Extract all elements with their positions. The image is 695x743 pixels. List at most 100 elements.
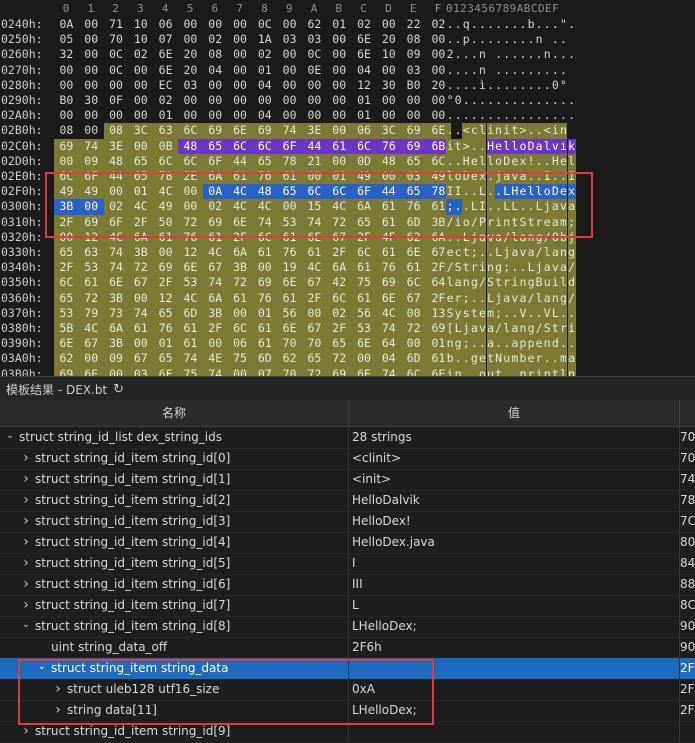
hex-byte[interactable]: 6C — [227, 138, 253, 154]
chevron-down-icon[interactable]: ⌄ — [36, 658, 48, 677]
ascii-char[interactable]: / — [470, 214, 479, 230]
hex-byte[interactable]: 00 — [78, 351, 104, 367]
ascii-char[interactable]: r — [559, 321, 568, 337]
ascii-char[interactable]: N — [494, 351, 503, 367]
hex-byte[interactable]: 76 — [153, 321, 178, 337]
hex-byte[interactable]: 2F — [202, 321, 228, 337]
hex-byte[interactable]: 4E — [202, 351, 228, 367]
ascii-char[interactable]: c — [454, 245, 463, 261]
ascii-char[interactable]: n — [478, 63, 486, 78]
ascii-char[interactable]: . — [535, 123, 544, 139]
ascii-char[interactable]: t — [454, 138, 463, 154]
ascii-char[interactable]: p — [462, 32, 470, 47]
ascii-char[interactable]: H — [551, 153, 560, 169]
hex-byte[interactable]: 44 — [103, 169, 129, 185]
ascii-char[interactable]: a — [551, 199, 560, 215]
hex-byte[interactable]: 49 — [153, 199, 178, 215]
ascii-char[interactable]: L — [470, 199, 479, 215]
tree-row[interactable]: › struct uleb128 utf16_size 0xA 2F — [0, 679, 695, 701]
ascii-char[interactable]: . — [470, 138, 479, 154]
ascii-char[interactable]: t — [486, 351, 495, 367]
ascii-char[interactable]: . — [462, 108, 470, 123]
ascii-char[interactable]: . — [519, 47, 527, 62]
hex-byte[interactable]: 61 — [401, 260, 426, 276]
hex-byte[interactable]: 67 — [302, 321, 327, 337]
ascii-char[interactable]: ° — [559, 78, 567, 93]
hex-byte[interactable]: 00 — [227, 305, 253, 321]
ascii-char[interactable]: a — [518, 229, 527, 245]
hex-byte[interactable]: 00 — [401, 93, 426, 108]
hex-byte[interactable]: 15 — [302, 199, 327, 215]
ascii-char[interactable]: . — [494, 199, 503, 215]
hex-byte[interactable]: 6A — [103, 321, 129, 337]
ascii-char[interactable]: . — [527, 63, 535, 78]
ascii-char[interactable]: . — [518, 260, 527, 276]
hex-byte[interactable]: 6F — [277, 138, 302, 154]
hex-byte[interactable]: 30 — [79, 93, 104, 108]
ascii-char[interactable]: i — [551, 275, 560, 291]
hex-byte[interactable]: 48 — [252, 184, 278, 200]
hex-byte[interactable]: 00 — [178, 17, 203, 32]
hex-byte[interactable]: 61 — [326, 138, 352, 154]
hex-row[interactable]: 0330h: 65 63 74 3B 00 12 4C 6A 61 76 61 2F 6C 61 6E 67 e c… — [0, 245, 695, 261]
hex-byte[interactable]: 4F — [376, 229, 402, 245]
ascii-char[interactable]: a — [527, 245, 536, 261]
hex-byte[interactable]: 6E — [351, 366, 377, 376]
ascii-char[interactable]: e — [494, 138, 503, 154]
ascii-char[interactable]: i — [559, 138, 568, 154]
ascii-char[interactable]: . — [470, 290, 479, 306]
hex-byte[interactable]: 01 — [153, 336, 178, 352]
ascii-char[interactable]: g — [527, 275, 536, 291]
hex-byte[interactable]: 72 — [401, 321, 426, 337]
hex-byte[interactable]: 61 — [227, 169, 253, 185]
hex-byte[interactable]: 00 — [228, 47, 253, 62]
ascii-char[interactable]: . — [487, 17, 495, 32]
chevron-right-icon[interactable]: › — [20, 511, 32, 532]
ascii-char[interactable]: . — [486, 245, 495, 261]
ascii-char[interactable]: t — [470, 305, 479, 321]
ascii-char[interactable]: y — [454, 305, 463, 321]
ascii-char[interactable]: . — [462, 184, 471, 200]
ascii-char[interactable]: I — [543, 169, 552, 185]
hex-byte[interactable]: 67 — [302, 275, 327, 291]
tree-row[interactable]: › struct string_id_item string_id[6] III 88 — [0, 574, 695, 596]
hex-row[interactable]: 02C0h: 69 74 3E 00 0B 48 65 6C 6C 6F 44 61 6C 76 69 6B i t… — [0, 138, 695, 154]
hex-byte[interactable]: 61 — [302, 245, 327, 261]
hex-byte[interactable]: 75 — [351, 275, 377, 291]
hex-byte[interactable]: 3B — [202, 305, 228, 321]
hex-byte[interactable]: 69 — [153, 260, 178, 276]
ascii-char[interactable]: o — [494, 153, 503, 169]
ascii-char[interactable]: b — [518, 351, 527, 367]
hex-byte[interactable]: 61 — [178, 336, 203, 352]
hex-byte[interactable]: 10 — [128, 17, 153, 32]
hex-row[interactable]: 0390h: 6E 67 3B 00 01 61 00 06 61 70 70 65 6E 64 00 01 n g… — [0, 336, 695, 352]
hex-byte[interactable]: 76 — [252, 290, 278, 306]
ascii-char[interactable]: a — [510, 245, 519, 261]
hex-byte[interactable]: 6E — [376, 290, 402, 306]
ascii-char[interactable]: o — [462, 214, 471, 230]
hex-byte[interactable]: 00 — [79, 32, 104, 47]
hex-row[interactable]: 0280h: 00 00 00 00 EC 03 00 00 04 00 00 00 12 30 B0 20..… — [0, 78, 695, 93]
ascii-char[interactable]: . — [470, 17, 478, 32]
ascii-char[interactable]: l — [502, 321, 511, 337]
ascii-char[interactable]: L — [454, 321, 463, 337]
hex-byte[interactable]: 02 — [203, 32, 228, 47]
hex-byte[interactable]: 01 — [327, 17, 352, 32]
ascii-char[interactable]: l — [535, 290, 544, 306]
hex-byte[interactable]: 07 — [252, 366, 278, 376]
hex-byte[interactable]: 10 — [376, 47, 401, 62]
ascii-char[interactable]: . — [470, 184, 479, 200]
hex-byte[interactable]: 00 — [401, 305, 426, 321]
hex-byte[interactable]: 6C — [252, 138, 278, 154]
ascii-char[interactable]: 0 — [551, 78, 559, 93]
ascii-char[interactable]: . — [568, 108, 576, 123]
ascii-char[interactable]: e — [470, 153, 479, 169]
hex-byte[interactable]: 6C — [252, 229, 278, 245]
ascii-char[interactable]: j — [494, 169, 503, 185]
ascii-char[interactable]: l — [559, 275, 568, 291]
hex-byte[interactable]: 02 — [202, 199, 228, 215]
hex-byte[interactable]: 6A — [351, 199, 377, 215]
ascii-char[interactable]: s — [462, 305, 471, 321]
hex-byte[interactable]: 4C — [252, 199, 278, 215]
hex-byte[interactable]: 6C — [302, 184, 327, 200]
